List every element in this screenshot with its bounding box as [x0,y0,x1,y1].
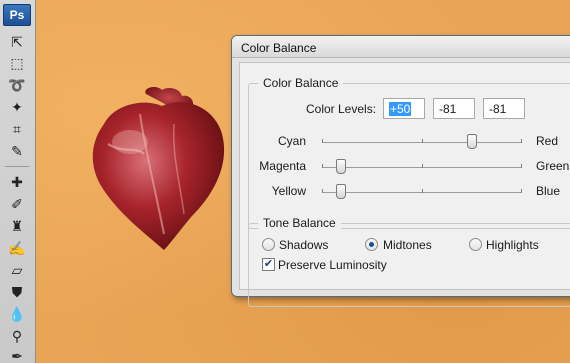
magic-wand-tool-icon[interactable]: ✦ [5,96,29,118]
tool-separator [5,166,29,167]
preserve-luminosity-checkbox[interactable]: ✔ [262,258,275,271]
slider-label-magenta: Magenta [259,159,306,173]
highlights-radio[interactable] [469,238,482,251]
preserve-luminosity-label: Preserve Luminosity [278,258,387,272]
yellow-blue-slider[interactable] [322,184,522,199]
tone-balance-group: Tone Balance Shadows Midtones Highlights… [248,216,570,307]
photoshop-logo: Ps [3,4,31,26]
slider-tick [322,189,323,193]
dialog-titlebar[interactable]: Color Balance [232,36,570,58]
healing-brush-tool-icon[interactable]: ✚ [5,171,29,193]
slider-tick [322,139,323,143]
slider-tick [521,139,522,143]
cyan-red-slider[interactable] [322,134,522,149]
slider-label-yellow: Yellow [271,184,306,198]
slider-tick [422,189,423,193]
crop-tool-icon[interactable]: ⌗ [5,118,29,140]
marquee-tool-icon[interactable]: ⬚ [5,52,29,74]
color-balance-dialog: Color Balance Color Balance Color Levels… [231,35,570,307]
slider-tick [322,164,323,168]
clone-stamp-tool-icon[interactable]: ♜ [5,215,29,237]
slider-tick [521,189,522,193]
slider-tick [422,164,423,168]
slider-tick [521,164,522,168]
color-level-cyan-red-input[interactable]: +50 [383,98,425,119]
pen-tool-icon[interactable]: ✒ [5,345,29,363]
dialog-title: Color Balance [241,41,317,55]
shadows-radio[interactable] [262,238,275,251]
color-balance-legend: Color Balance [258,76,344,90]
paint-bucket-tool-icon[interactable]: ⛊ [5,281,29,303]
slider-label-cyan: Cyan [277,134,306,148]
heart-image [92,87,225,251]
color-balance-group: Color Balance Color Levels: +50 -81 -81 … [248,76,570,229]
cyan-red-slider-thumb[interactable] [467,134,477,149]
slider-label-blue: Blue [536,184,561,198]
midtones-radio[interactable] [365,238,378,251]
highlights-label: Highlights [486,238,539,252]
magenta-green-slider[interactable] [322,159,522,174]
history-brush-tool-icon[interactable]: ✍ [5,237,29,259]
eraser-tool-icon[interactable]: ▱ [5,259,29,281]
dodge-tool-icon[interactable]: ⚲ [5,325,29,347]
midtones-label: Midtones [383,238,432,252]
tools-panel: Ps ⇱ ⬚ ➰ ✦ ⌗ ✎ ✚ ✐ ♜ ✍ ▱ ⛊ 💧 ⚲ ✒ [0,0,36,363]
slider-label-red: Red [536,134,559,148]
yellow-blue-slider-thumb[interactable] [336,184,346,199]
slider-label-green: Green [536,159,570,173]
color-level-magenta-green-input[interactable]: -81 [433,98,475,119]
blur-tool-icon[interactable]: 💧 [5,303,29,325]
tone-balance-legend: Tone Balance [258,216,341,230]
shadows-label: Shadows [279,238,329,252]
slider-tick [422,139,423,143]
color-levels-label: Color Levels: [306,102,377,116]
brush-tool-icon[interactable]: ✐ [5,193,29,215]
color-level-yellow-blue-input[interactable]: -81 [483,98,525,119]
magenta-green-slider-thumb[interactable] [336,159,346,174]
eyedropper-tool-icon[interactable]: ✎ [5,140,29,162]
move-tool-icon[interactable]: ⇱ [5,31,29,53]
dialog-body: Color Balance Color Levels: +50 -81 -81 … [239,62,570,307]
lasso-tool-icon[interactable]: ➰ [5,74,29,96]
